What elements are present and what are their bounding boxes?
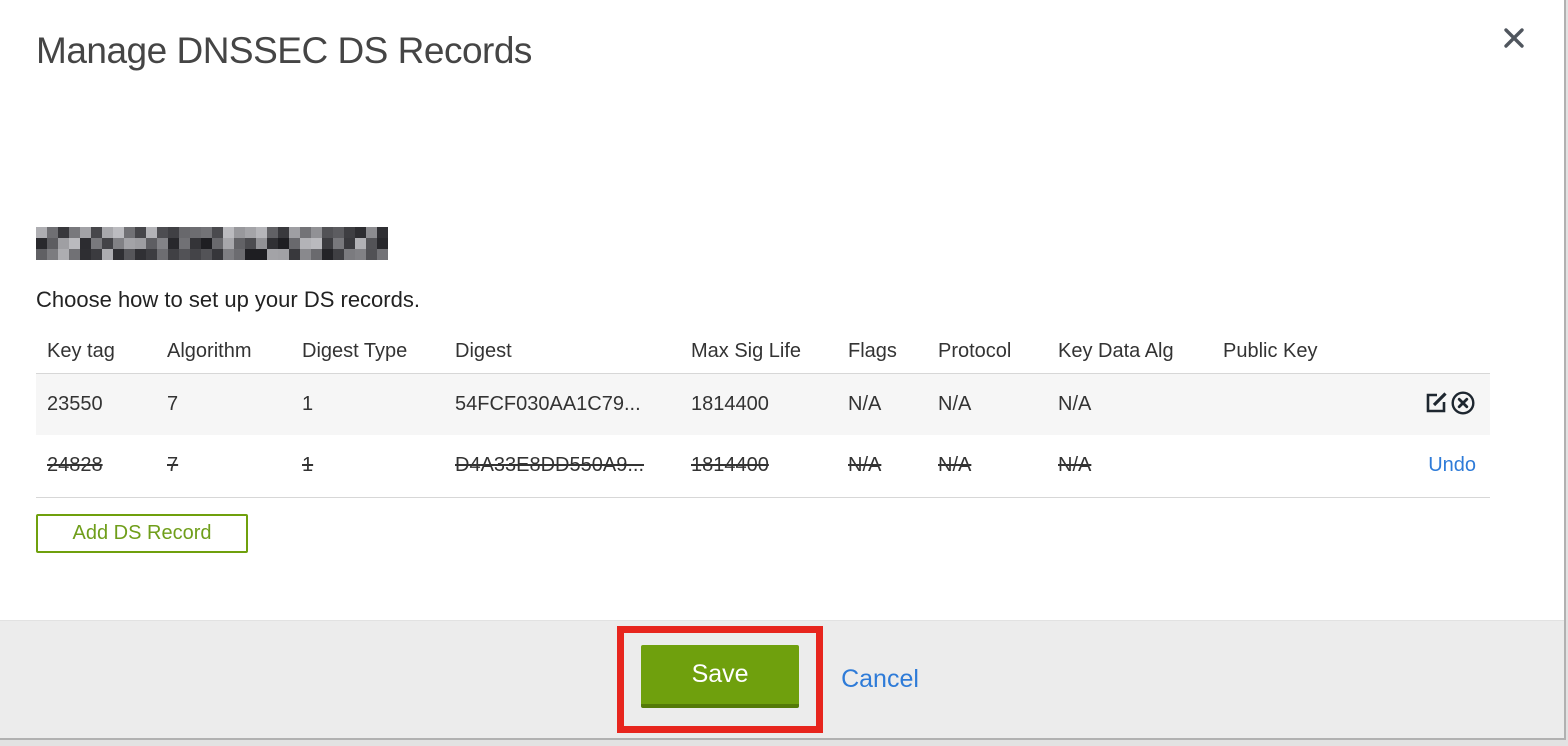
col-header-algorithm: Algorithm — [156, 330, 291, 374]
col-header-actions — [1362, 330, 1490, 374]
col-header-max-sig-life: Max Sig Life — [680, 330, 837, 374]
undo-link[interactable]: Undo — [1428, 454, 1476, 476]
cell-digest-type: 1 — [291, 435, 444, 498]
edit-pencil-icon — [1426, 392, 1447, 413]
cell-key-data-alg: N/A — [1047, 373, 1212, 435]
col-header-key-data-alg: Key Data Alg — [1047, 330, 1212, 374]
cell-public-key — [1212, 373, 1362, 435]
cell-digest: 54FCF030AA1C79... — [444, 373, 680, 435]
instruction-text: Choose how to set up your DS records. — [36, 287, 420, 312]
cell-key-tag: 23550 — [36, 373, 156, 435]
cell-key-data-alg: N/A — [1047, 435, 1212, 498]
page-title: Manage DNSSEC DS Records — [36, 30, 532, 71]
col-header-digest: Digest — [444, 330, 680, 374]
cell-key-tag: 24828 — [36, 435, 156, 498]
table-header-row: Key tag Algorithm Digest Type Digest Max… — [36, 330, 1490, 374]
edit-record-button[interactable] — [1423, 390, 1449, 419]
redacted-domain-text — [36, 227, 388, 260]
delete-circle-x-icon — [1451, 391, 1475, 415]
col-header-key-tag: Key tag — [36, 330, 156, 374]
dnssec-ds-records-modal: Manage DNSSEC DS Records Choose how to s… — [0, 0, 1566, 740]
close-x-glyph — [1504, 28, 1524, 48]
save-button[interactable]: Save — [641, 645, 800, 708]
modal-footer: Save Cancel — [0, 620, 1564, 738]
table-row-deleted: 24828 7 1 D4A33E8DD550A9... 1814400 N/A … — [36, 435, 1490, 498]
col-header-public-key: Public Key — [1212, 330, 1362, 374]
add-ds-record-button[interactable]: Add DS Record — [36, 513, 248, 553]
cell-algorithm: 7 — [156, 435, 291, 498]
cell-max-sig-life: 1814400 — [680, 373, 837, 435]
cell-flags: N/A — [837, 435, 927, 498]
table-row: 23550 7 1 54FCF030AA1C79... 1814400 N/A … — [36, 373, 1490, 435]
annotation-red-box: Save — [617, 626, 824, 733]
cell-public-key — [1212, 435, 1362, 498]
cell-digest: D4A33E8DD550A9... — [444, 435, 680, 498]
ds-records-table: Key tag Algorithm Digest Type Digest Max… — [36, 330, 1490, 498]
col-header-protocol: Protocol — [927, 330, 1047, 374]
cell-protocol: N/A — [927, 435, 1047, 498]
cell-algorithm: 7 — [156, 373, 291, 435]
cell-max-sig-life: 1814400 — [680, 435, 837, 498]
cell-digest-type: 1 — [291, 373, 444, 435]
cell-protocol: N/A — [927, 373, 1047, 435]
col-header-flags: Flags — [837, 330, 927, 374]
col-header-digest-type: Digest Type — [291, 330, 444, 374]
close-icon[interactable] — [1498, 22, 1530, 54]
delete-record-button[interactable] — [1450, 390, 1476, 419]
cell-flags: N/A — [837, 373, 927, 435]
cell-actions: Undo — [1362, 435, 1490, 498]
cell-actions — [1362, 373, 1490, 435]
cancel-link[interactable]: Cancel — [841, 665, 919, 694]
